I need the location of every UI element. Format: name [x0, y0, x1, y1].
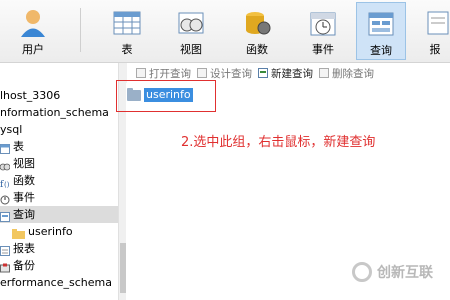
- watermark-ring-icon: [352, 262, 372, 282]
- tree-item-events[interactable]: 事件: [0, 189, 35, 206]
- tree-item-queries[interactable]: 查询: [0, 206, 118, 223]
- tree-item-label: 备份: [13, 259, 35, 272]
- query-icon: [0, 210, 10, 222]
- tree-item-label: 表: [13, 140, 24, 153]
- tree-item-label: erformance_schema: [0, 276, 112, 289]
- tree-item-label: 视图: [13, 157, 35, 170]
- function-icon: f(): [0, 176, 10, 190]
- toolbar-user-label: 用户: [22, 43, 44, 56]
- tree-item-label: ysql: [0, 123, 23, 136]
- tree-item-functions[interactable]: f() 函数: [0, 172, 35, 190]
- watermark-logo: 创新互联: [352, 262, 433, 282]
- watermark-text: 创新互联: [377, 265, 433, 281]
- toolbar-report-button[interactable]: 报: [420, 2, 450, 60]
- view-icon: [0, 159, 11, 170]
- open-query-button[interactable]: 打开查询: [136, 66, 191, 81]
- folder-icon: [12, 227, 25, 239]
- highlight-box: [116, 80, 216, 112]
- tree-item-connection[interactable]: lhost_3306: [0, 87, 60, 104]
- toolbar-report-label: 报: [429, 43, 441, 56]
- main-toolbar: 用户 表 视图 函数 事件 查询 报: [0, 0, 450, 63]
- toolbar-view-button[interactable]: 视图: [166, 2, 216, 60]
- toolbar-query-label: 查询: [370, 44, 392, 57]
- connection-tree[interactable]: lhost_3306 nformation_schema ysql 表 视图 f…: [0, 63, 119, 300]
- tree-item-label: nformation_schema: [0, 106, 109, 119]
- open-query-icon: [136, 68, 146, 78]
- new-query-button[interactable]: 新建查询: [258, 66, 313, 81]
- open-query-label: 打开查询: [149, 67, 191, 80]
- design-query-button[interactable]: 设计查询: [197, 66, 252, 81]
- new-query-icon: [258, 68, 268, 78]
- tree-item-label: 函数: [13, 174, 35, 187]
- toolbar-table-button[interactable]: 表: [102, 2, 152, 60]
- event-icon: [308, 8, 338, 38]
- table-icon: [0, 142, 10, 154]
- delete-query-label: 删除查询: [332, 67, 374, 80]
- tree-item-tables[interactable]: 表: [0, 138, 24, 155]
- tree-item-label: lhost_3306: [0, 89, 61, 102]
- toolbar-view-label: 视图: [180, 43, 202, 56]
- tree-item-views[interactable]: 视图: [0, 155, 35, 172]
- toolbar-query-button[interactable]: 查询: [356, 2, 406, 60]
- tree-item-label: 事件: [13, 191, 35, 204]
- tree-item-label: userinfo: [28, 225, 73, 238]
- instruction-annotation: 2.选中此组，右击鼠标，新建查询: [181, 135, 376, 150]
- tree-item-mysql[interactable]: ysql: [0, 121, 22, 138]
- view-icon: [176, 8, 206, 38]
- tree-item-backups[interactable]: 备份: [0, 257, 35, 274]
- report-icon: [0, 244, 10, 256]
- new-query-label: 新建查询: [271, 67, 313, 80]
- tree-item-information-schema[interactable]: nformation_schema: [0, 104, 109, 121]
- event-icon: [0, 193, 10, 204]
- toolbar-event-label: 事件: [312, 43, 334, 56]
- toolbar-table-label: 表: [121, 43, 133, 56]
- delete-query-icon: [319, 68, 329, 78]
- design-query-icon: [197, 68, 207, 78]
- backup-icon: [0, 261, 10, 272]
- toolbar-separator: [80, 8, 81, 52]
- tree-item-performance-schema[interactable]: erformance_schema: [0, 274, 112, 291]
- tree-item-userinfo[interactable]: userinfo: [12, 223, 73, 240]
- function-icon: [242, 8, 272, 38]
- toolbar-event-button[interactable]: 事件: [298, 2, 348, 60]
- report-icon: [420, 8, 450, 38]
- toolbar-user-button[interactable]: 用户: [8, 2, 58, 60]
- tree-item-reports[interactable]: 报表: [0, 240, 35, 257]
- delete-query-button[interactable]: 删除查询: [319, 66, 374, 81]
- tree-item-label: 报表: [13, 242, 35, 255]
- tree-item-label: 查询: [13, 208, 35, 221]
- query-icon: [366, 9, 396, 39]
- table-icon: [112, 8, 142, 38]
- user-icon: [18, 8, 48, 38]
- design-query-label: 设计查询: [210, 67, 252, 80]
- svg-text:(): (): [4, 181, 10, 188]
- toolbar-function-button[interactable]: 函数: [232, 2, 282, 60]
- toolbar-function-label: 函数: [246, 43, 268, 56]
